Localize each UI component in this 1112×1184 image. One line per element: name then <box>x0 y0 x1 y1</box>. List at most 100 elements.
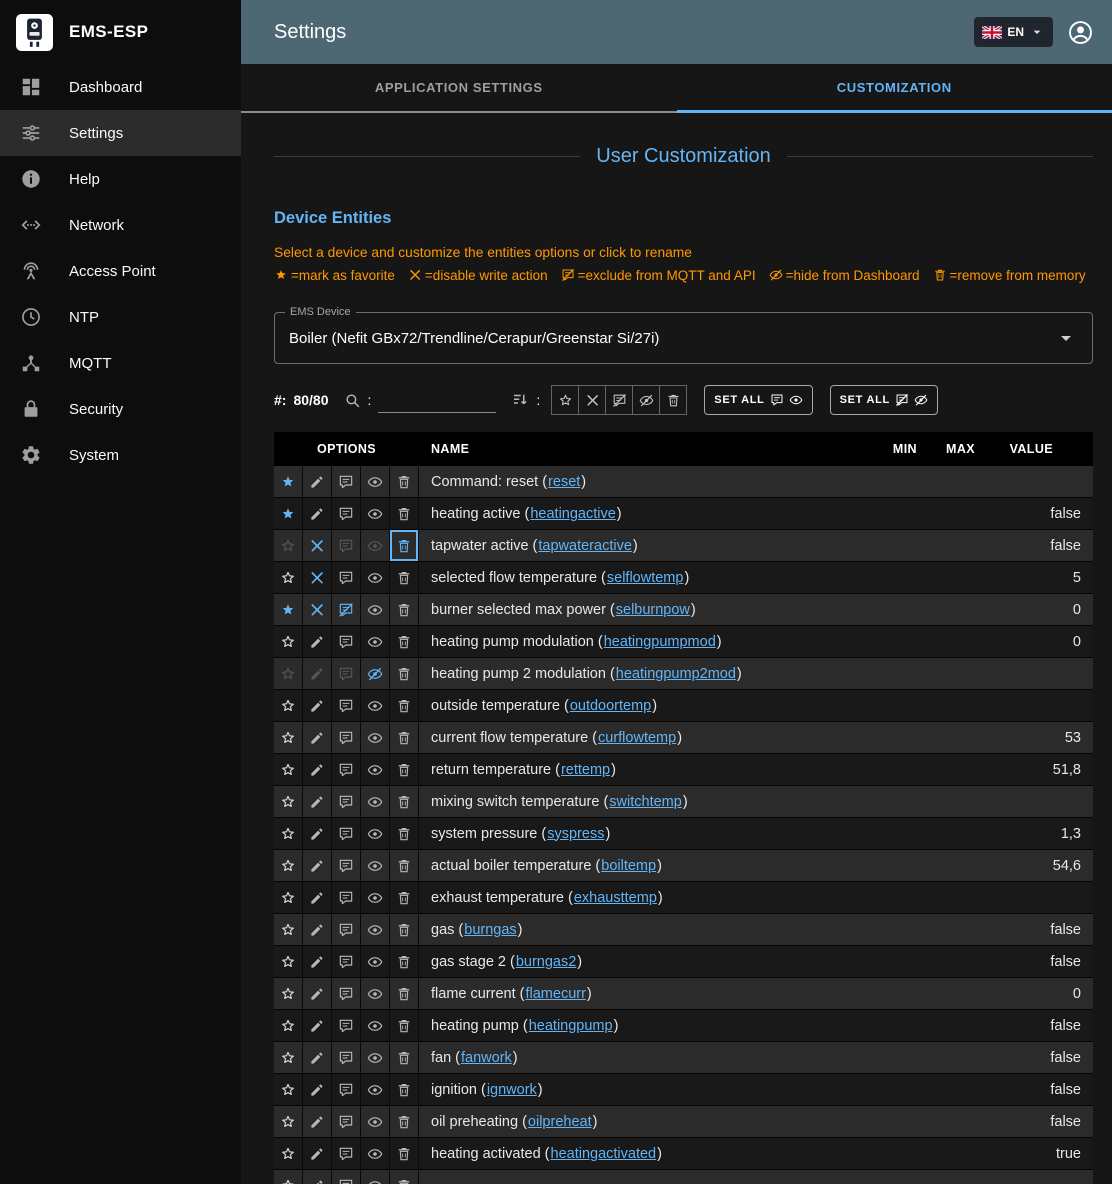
exclude-mqtt-toggle[interactable] <box>332 530 361 561</box>
entity-id-link[interactable]: switchtemp <box>609 794 682 810</box>
favorite-toggle[interactable] <box>274 562 303 593</box>
remove-memory-toggle[interactable] <box>390 626 419 657</box>
exclude-mqtt-toggle[interactable] <box>332 1170 361 1184</box>
exclude-mqtt-toggle[interactable] <box>332 722 361 753</box>
sidebar-item-help[interactable]: Help <box>0 156 241 202</box>
disable-write-toggle[interactable] <box>303 626 332 657</box>
search-input[interactable] <box>378 387 496 413</box>
hide-dashboard-toggle[interactable] <box>361 882 390 913</box>
hide-dashboard-toggle[interactable] <box>361 1170 390 1184</box>
remove-memory-toggle[interactable] <box>390 882 419 913</box>
favorite-toggle[interactable] <box>274 466 303 497</box>
entity-id-link[interactable]: ignwork <box>487 1082 537 1098</box>
favorite-toggle[interactable] <box>274 818 303 849</box>
remove-memory-toggle[interactable] <box>390 722 419 753</box>
favorite-toggle[interactable] <box>274 594 303 625</box>
exclude-mqtt-toggle[interactable] <box>332 626 361 657</box>
sidebar-item-security[interactable]: Security <box>0 386 241 432</box>
ems-device-select[interactable]: EMS Device Boiler (Nefit GBx72/Trendline… <box>274 312 1093 364</box>
remove-memory-toggle[interactable] <box>390 1138 419 1169</box>
exclude-mqtt-toggle[interactable] <box>332 594 361 625</box>
entity-id-link[interactable]: curflowtemp <box>598 730 676 746</box>
entity-name[interactable]: actual boiler temperature (boiltemp) <box>419 850 865 881</box>
favorite-toggle[interactable] <box>274 530 303 561</box>
exclude-mqtt-toggle[interactable] <box>332 754 361 785</box>
favorite-toggle[interactable] <box>274 978 303 1009</box>
entity-name[interactable] <box>419 1170 865 1184</box>
entity-name[interactable]: fan (fanwork) <box>419 1042 865 1073</box>
hide-dashboard-toggle[interactable] <box>361 498 390 529</box>
hide-dashboard-toggle[interactable] <box>361 1074 390 1105</box>
favorite-toggle[interactable] <box>274 1170 303 1184</box>
entity-id-link[interactable]: flamecurr <box>525 986 585 1002</box>
entity-name[interactable]: heating activated (heatingactivated) <box>419 1138 865 1169</box>
entity-id-link[interactable]: heatingpump2mod <box>616 666 736 682</box>
favorite-toggle[interactable] <box>274 722 303 753</box>
sidebar-item-access-point[interactable]: Access Point <box>0 248 241 294</box>
entity-id-link[interactable]: heatingactive <box>530 506 615 522</box>
favorite-toggle[interactable] <box>274 1106 303 1137</box>
entity-name[interactable]: exhaust temperature (exhausttemp) <box>419 882 865 913</box>
exclude-mqtt-toggle[interactable] <box>332 1042 361 1073</box>
exclude-mqtt-toggle[interactable] <box>332 690 361 721</box>
hide-dashboard-toggle[interactable] <box>361 786 390 817</box>
entity-name[interactable]: mixing switch temperature (switchtemp) <box>419 786 865 817</box>
set-all-hide-button[interactable]: SET ALL <box>830 385 938 415</box>
exclude-mqtt-toggle[interactable] <box>332 1138 361 1169</box>
disable-write-toggle[interactable] <box>303 1010 332 1041</box>
entity-id-link[interactable]: selflowtemp <box>607 570 684 586</box>
disable-write-toggle[interactable] <box>303 786 332 817</box>
sidebar-item-settings[interactable]: Settings <box>0 110 241 156</box>
entity-name[interactable]: Command: reset (reset) <box>419 466 865 497</box>
exclude-mqtt-toggle[interactable] <box>332 818 361 849</box>
hide-dashboard-toggle[interactable] <box>361 690 390 721</box>
entity-name[interactable]: oil preheating (oilpreheat) <box>419 1106 865 1137</box>
exclude-mqtt-toggle[interactable] <box>332 1010 361 1041</box>
hide-dashboard-toggle[interactable] <box>361 978 390 1009</box>
entity-name[interactable]: heating active (heatingactive) <box>419 498 865 529</box>
disable-write-toggle[interactable] <box>303 1042 332 1073</box>
hide-dashboard-toggle[interactable] <box>361 1106 390 1137</box>
disable-write-toggle[interactable] <box>303 1138 332 1169</box>
remove-memory-toggle[interactable] <box>390 754 419 785</box>
entity-name[interactable]: ignition (ignwork) <box>419 1074 865 1105</box>
hide-dashboard-toggle[interactable] <box>361 914 390 945</box>
filter-favorite-toggle[interactable] <box>551 385 579 415</box>
entity-id-link[interactable]: tapwateractive <box>538 538 632 554</box>
exclude-mqtt-toggle[interactable] <box>332 786 361 817</box>
disable-write-toggle[interactable] <box>303 946 332 977</box>
remove-memory-toggle[interactable] <box>390 1106 419 1137</box>
disable-write-toggle[interactable] <box>303 658 332 689</box>
remove-memory-toggle[interactable] <box>390 1042 419 1073</box>
disable-write-toggle[interactable] <box>303 1170 332 1184</box>
disable-write-toggle[interactable] <box>303 562 332 593</box>
favorite-toggle[interactable] <box>274 1010 303 1041</box>
favorite-toggle[interactable] <box>274 754 303 785</box>
hide-dashboard-toggle[interactable] <box>361 722 390 753</box>
favorite-toggle[interactable] <box>274 786 303 817</box>
sidebar-item-dashboard[interactable]: Dashboard <box>0 64 241 110</box>
entity-id-link[interactable]: fanwork <box>461 1050 512 1066</box>
favorite-toggle[interactable] <box>274 1138 303 1169</box>
entity-id-link[interactable]: heatingactivated <box>551 1146 657 1162</box>
remove-memory-toggle[interactable] <box>390 978 419 1009</box>
entity-id-link[interactable]: exhausttemp <box>574 890 657 906</box>
entity-id-link[interactable]: heatingpump <box>529 1018 613 1034</box>
disable-write-toggle[interactable] <box>303 722 332 753</box>
hide-dashboard-toggle[interactable] <box>361 818 390 849</box>
sidebar-item-ntp[interactable]: NTP <box>0 294 241 340</box>
filter-remove-toggle[interactable] <box>659 385 687 415</box>
remove-memory-toggle[interactable] <box>390 658 419 689</box>
entity-name[interactable]: heating pump 2 modulation (heatingpump2m… <box>419 658 865 689</box>
remove-memory-toggle[interactable] <box>390 1170 419 1184</box>
exclude-mqtt-toggle[interactable] <box>332 658 361 689</box>
entity-name[interactable]: return temperature (rettemp) <box>419 754 865 785</box>
filter-hide-toggle[interactable] <box>632 385 660 415</box>
disable-write-toggle[interactable] <box>303 594 332 625</box>
remove-memory-toggle[interactable] <box>390 466 419 497</box>
favorite-toggle[interactable] <box>274 1074 303 1105</box>
remove-memory-toggle[interactable] <box>390 818 419 849</box>
disable-write-toggle[interactable] <box>303 690 332 721</box>
disable-write-toggle[interactable] <box>303 882 332 913</box>
entity-name[interactable]: gas (burngas) <box>419 914 865 945</box>
